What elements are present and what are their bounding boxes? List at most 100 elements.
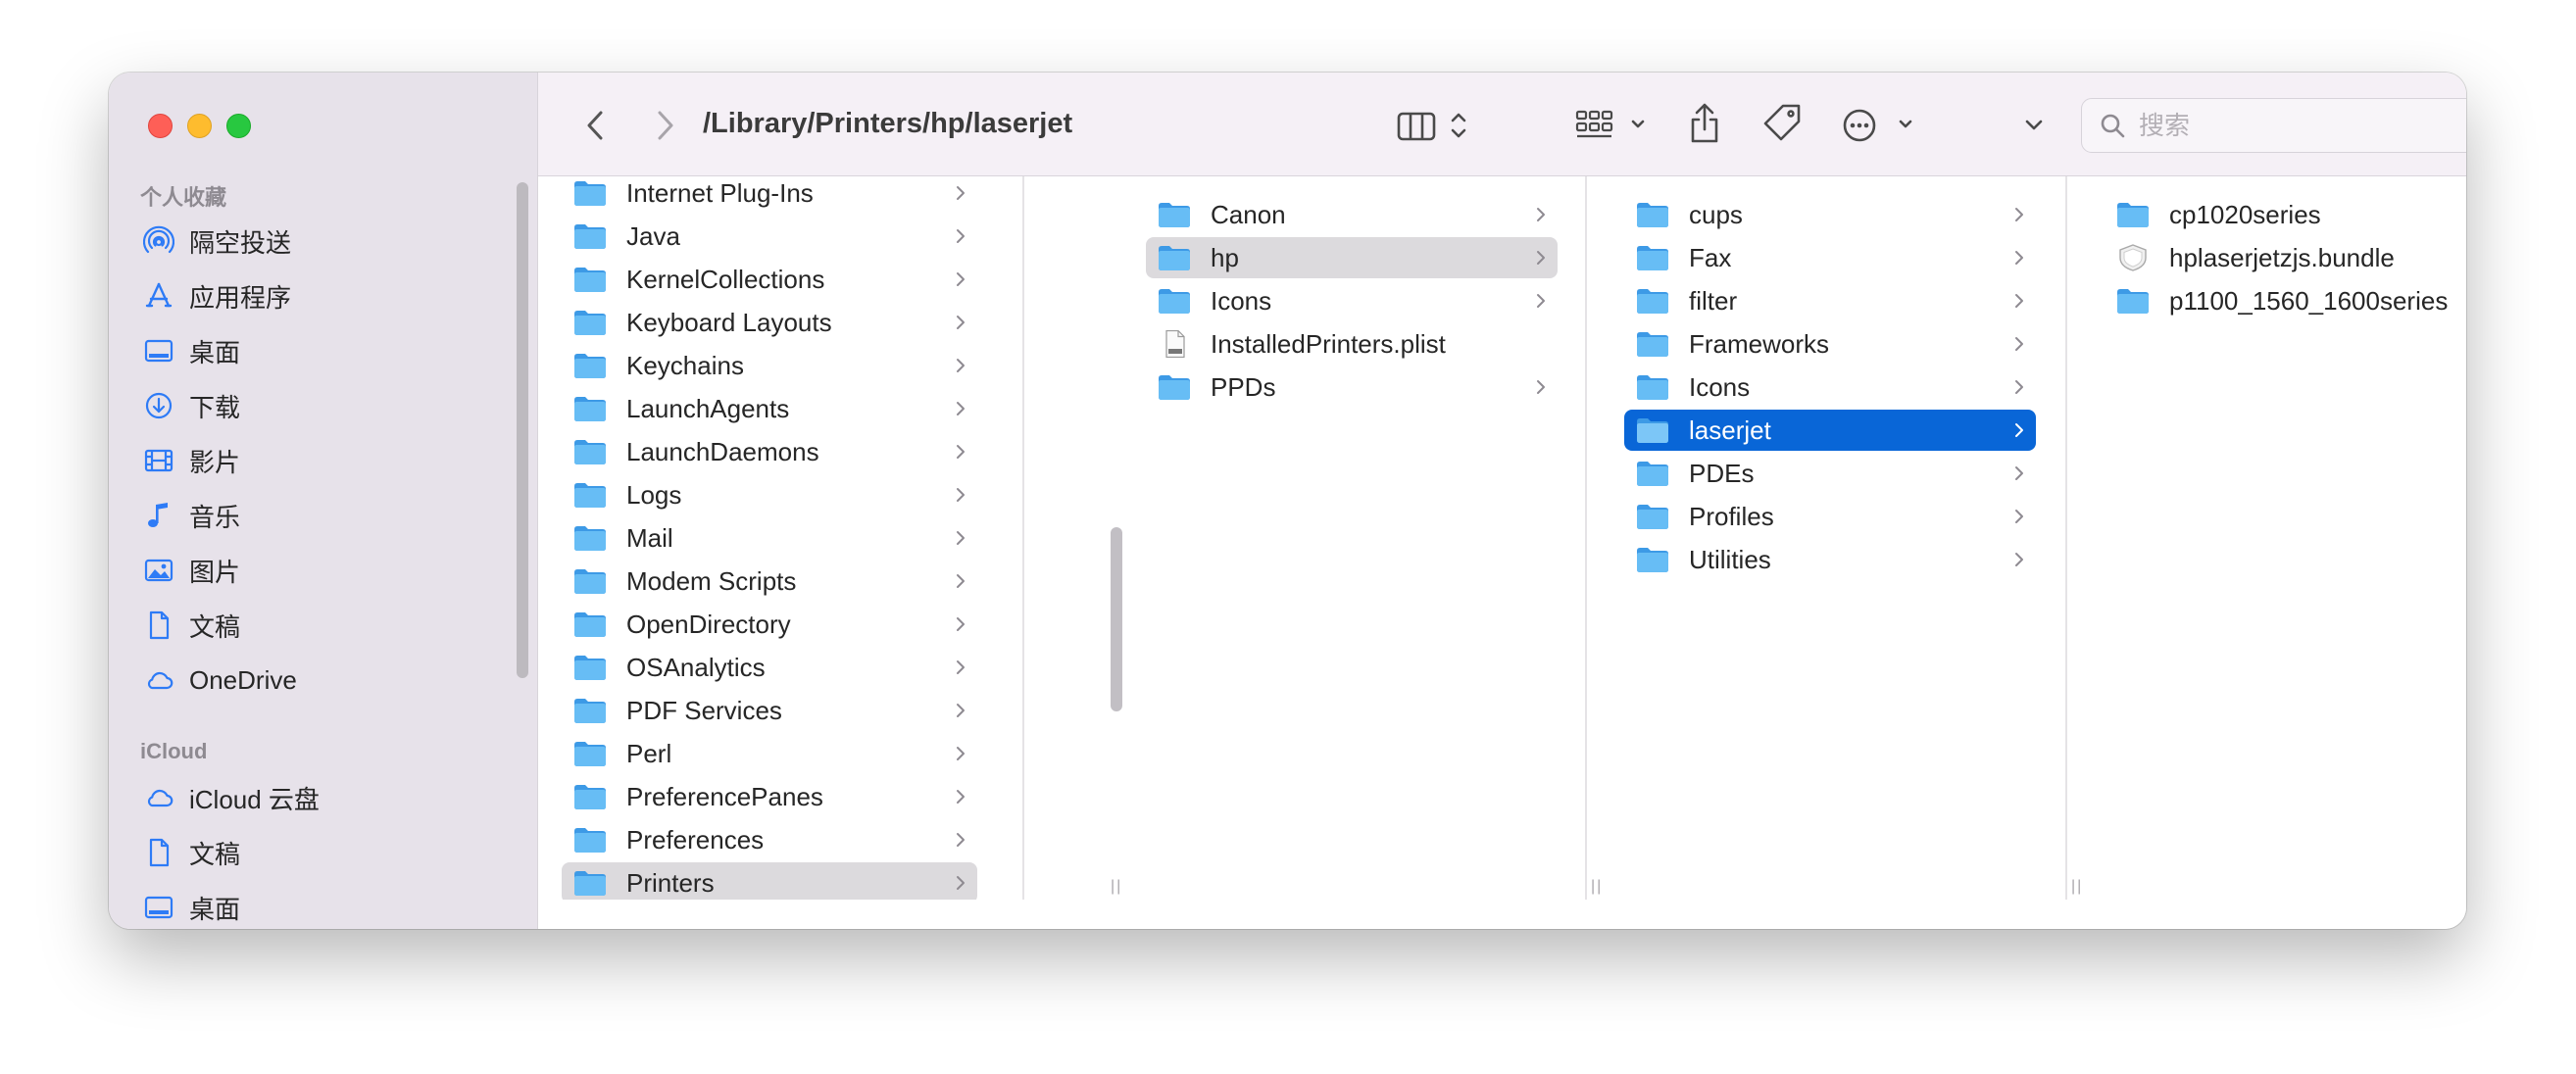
- chevron-down-icon: [2025, 120, 2043, 130]
- folder-row[interactable]: OpenDirectory: [562, 604, 977, 645]
- chevron-updown-icon: [1451, 113, 1466, 138]
- folder-row[interactable]: Icons: [1146, 280, 1558, 321]
- folder-row[interactable]: Logs: [562, 474, 977, 515]
- folder-icon: [574, 483, 606, 508]
- folder-icon: [574, 526, 606, 551]
- item-label: PPDs: [1211, 371, 1276, 402]
- chevron-down-icon: [1899, 120, 1912, 128]
- sidebar-item-icloud-drive[interactable]: iCloud 云盘: [142, 776, 515, 819]
- sidebar-item-applications[interactable]: 应用程序: [142, 274, 515, 317]
- folder-row[interactable]: Canon: [1146, 194, 1558, 235]
- folder-row[interactable]: Preferences: [562, 819, 977, 860]
- group-by-button[interactable]: [1575, 104, 1650, 147]
- sidebar-item-onedrive[interactable]: OneDrive: [142, 659, 515, 702]
- view-mode-button[interactable]: [1397, 104, 1475, 147]
- folder-icon: [574, 397, 606, 421]
- sidebar-item-label: 应用程序: [189, 282, 292, 313]
- item-label: filter: [1689, 285, 1738, 316]
- column-browser: Internet Plug-Ins Java KernelCollections Ke…: [538, 176, 2466, 929]
- folder-row[interactable]: Profiles: [1624, 496, 2036, 537]
- folder-row[interactable]: laserjet: [1624, 410, 2036, 451]
- chevron-down-icon: [1631, 120, 1645, 128]
- tag-button[interactable]: [1759, 100, 1807, 147]
- minimize-window-button[interactable]: [187, 114, 212, 138]
- folder-row[interactable]: PDEs: [1624, 453, 2036, 494]
- forward-button[interactable]: [644, 104, 687, 147]
- sidebar-item-airdrop[interactable]: 隔空投送: [142, 220, 515, 263]
- folder-row[interactable]: hp: [1146, 237, 1558, 278]
- folder-icon: [1637, 418, 1668, 443]
- folder-icon: [1159, 203, 1190, 227]
- folder-row[interactable]: cp1020series: [2105, 194, 2466, 235]
- folder-row[interactable]: Fax: [1624, 237, 2036, 278]
- file-row[interactable]: InstalledPrinters.plist: [1146, 323, 1558, 365]
- column-4: cp1020series hplaserjetzjs.bundle p1100_15…: [2091, 176, 2466, 900]
- search-input[interactable]: [2139, 110, 2466, 141]
- sidebar-item-label: 图片: [189, 557, 241, 587]
- column-resize-handle[interactable]: ||: [2071, 878, 2083, 896]
- chevron-right-icon: [957, 445, 965, 459]
- column-resize-handle[interactable]: ||: [1591, 878, 1603, 896]
- chevron-right-icon: [2015, 337, 2023, 351]
- folder-row[interactable]: Perl: [562, 733, 977, 774]
- folder-row[interactable]: Keychains: [562, 345, 977, 386]
- folder-row[interactable]: Modem Scripts: [562, 561, 977, 602]
- toolbar-overflow-button[interactable]: [2016, 104, 2052, 147]
- zoom-window-button[interactable]: [226, 114, 251, 138]
- folder-row[interactable]: LaunchDaemons: [562, 431, 977, 472]
- folder-icon: [1637, 462, 1668, 486]
- folder-row[interactable]: filter: [1624, 280, 2036, 321]
- chevron-right-icon: [957, 660, 965, 674]
- folder-row[interactable]: p1100_1560_1600series: [2105, 280, 2466, 321]
- column-resize-handle[interactable]: ||: [1111, 878, 1122, 896]
- chevron-right-icon: [2015, 294, 2023, 308]
- sidebar-item-label: 文稿: [189, 611, 241, 642]
- folder-row[interactable]: PPDs: [1146, 366, 1558, 408]
- folder-row[interactable]: Keyboard Layouts: [562, 302, 977, 343]
- folder-icon: [2117, 289, 2149, 314]
- folder-row[interactable]: Utilities: [1624, 539, 2036, 580]
- share-button[interactable]: [1683, 96, 1726, 151]
- action-menu-button[interactable]: [1840, 104, 1924, 147]
- column-divider: [2065, 176, 2067, 900]
- folder-icon: [574, 268, 606, 292]
- sidebar-item-icloud-documents[interactable]: 文稿: [142, 831, 515, 874]
- search-icon: [2101, 114, 2125, 138]
- folder-row[interactable]: Mail: [562, 517, 977, 559]
- folder-row[interactable]: Printers: [562, 862, 977, 900]
- sidebar-item-downloads[interactable]: 下载: [142, 384, 515, 427]
- sidebar-item-music[interactable]: 音乐: [142, 494, 515, 537]
- folder-row[interactable]: Frameworks: [1624, 323, 2036, 365]
- close-window-button[interactable]: [148, 114, 173, 138]
- sidebar-heading-favorites: 个人收藏: [140, 185, 227, 210]
- sidebar-item-documents[interactable]: 文稿: [142, 604, 515, 647]
- toolbar: /Library/Printers/hp/laserjet: [538, 73, 2466, 176]
- item-label: LaunchDaemons: [626, 436, 819, 466]
- sidebar-item-pictures[interactable]: 图片: [142, 549, 515, 592]
- chevron-right-icon: [957, 229, 965, 243]
- folder-row[interactable]: cups: [1624, 194, 2036, 235]
- folder-row[interactable]: KernelCollections: [562, 259, 977, 300]
- search-field[interactable]: [2081, 98, 2466, 153]
- folder-row[interactable]: LaunchAgents: [562, 388, 977, 429]
- sidebar-scrollbar[interactable]: [517, 182, 528, 678]
- folder-row[interactable]: Java: [562, 216, 977, 257]
- chevron-right-icon: [1537, 380, 1545, 394]
- sidebar-item-icloud-desktop[interactable]: 桌面: [142, 886, 515, 929]
- item-label: OpenDirectory: [626, 609, 791, 639]
- file-row[interactable]: hplaserjetzjs.bundle: [2105, 237, 2466, 278]
- sidebar-item-movies[interactable]: 影片: [142, 439, 515, 482]
- column-1-scrollbar[interactable]: [1111, 527, 1122, 711]
- folder-row[interactable]: OSAnalytics: [562, 647, 977, 688]
- folder-row[interactable]: Internet Plug-Ins: [562, 176, 977, 214]
- sidebar-item-desktop[interactable]: 桌面: [142, 329, 515, 372]
- sidebar: 个人收藏 隔空投送 应用程序 桌面 下载 影片 音乐 图片 文稿 OneDriv…: [109, 73, 538, 929]
- folder-row[interactable]: PDF Services: [562, 690, 977, 731]
- item-label: cups: [1689, 199, 1743, 229]
- folder-row[interactable]: PreferencePanes: [562, 776, 977, 817]
- documents-icon: [142, 609, 175, 642]
- back-button[interactable]: [573, 104, 617, 147]
- item-label: Java: [626, 220, 680, 251]
- folder-row[interactable]: Icons: [1624, 366, 2036, 408]
- item-label: KernelCollections: [626, 264, 825, 294]
